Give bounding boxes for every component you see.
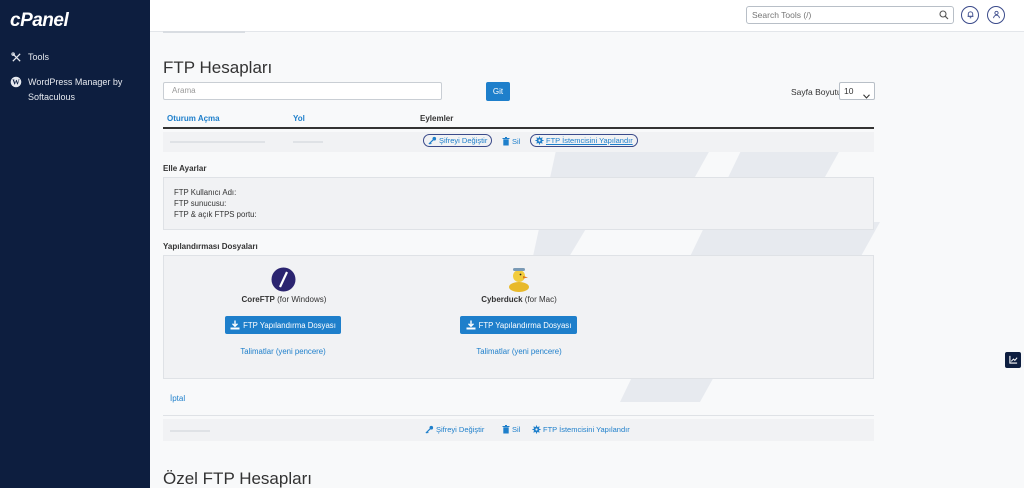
tools-icon — [10, 51, 22, 63]
wordpress-icon: W — [10, 76, 22, 88]
manual-settings-heading: Elle Ayarlar — [163, 164, 207, 173]
table-header-divider — [163, 127, 874, 129]
download-icon — [466, 320, 476, 330]
main-content: FTP Hesapları Arama Git Sayfa Boyutu 10 … — [150, 31, 1024, 488]
manual-settings-panel — [163, 177, 874, 230]
cyberduck-title: Cyberduck (for Mac) — [464, 295, 574, 304]
bell-icon — [966, 10, 975, 21]
redacted-login — [170, 141, 265, 143]
notifications-button[interactable] — [961, 6, 979, 24]
svg-text:W: W — [12, 78, 20, 87]
cancel-link[interactable]: İptal — [170, 394, 185, 403]
sidebar-item-wordpress[interactable]: W WordPress Manager by Softaculous — [10, 75, 145, 105]
sidebar-item-label: Tools — [28, 52, 50, 62]
configure-client-label: FTP İstemcisini Yapılandır — [543, 425, 630, 434]
cyberduck-name: Cyberduck — [481, 295, 523, 304]
tab-stub — [163, 31, 245, 33]
key-icon — [425, 425, 434, 434]
column-header-actions: Eylemler — [420, 114, 454, 123]
coreftp-title: CoreFTP (for Windows) — [234, 295, 334, 304]
chart-icon — [1008, 355, 1018, 366]
coreftp-download-label: FTP Yapılandırma Dosyası — [243, 320, 336, 330]
coreftp-logo-icon — [271, 267, 296, 292]
cyberduck-download-button[interactable]: FTP Yapılandırma Dosyası — [460, 316, 577, 334]
sidebar: cPanel Tools W WordPress Manager by Soft… — [0, 0, 150, 488]
topbar — [150, 0, 1024, 32]
page-title: FTP Hesapları — [163, 58, 273, 77]
user-menu-button[interactable] — [987, 6, 1005, 24]
coreftp-name: CoreFTP — [241, 295, 275, 304]
redacted-login — [170, 430, 210, 432]
coreftp-platform: (for Windows) — [277, 295, 327, 304]
configure-client-label: FTP İstemcisini Yapılandır — [546, 136, 633, 145]
gear-icon — [532, 425, 541, 434]
sidebar-item-label: WordPress Manager by Softaculous — [28, 77, 123, 102]
side-panel-toggle[interactable] — [1005, 352, 1021, 368]
ftp-server-label: FTP sunucusu: — [174, 199, 227, 208]
special-ftp-title: Özel FTP Hesapları — [163, 469, 312, 488]
configure-client-button[interactable]: FTP İstemcisini Yapılandır — [530, 134, 638, 147]
delete-label: Sil — [512, 425, 521, 434]
trash-icon — [501, 137, 510, 146]
cyberduck-instructions-link[interactable]: Talimatlar (yeni pencere) — [466, 347, 572, 356]
cpanel-logo[interactable]: cPanel — [10, 10, 69, 32]
cyberduck-logo-icon — [507, 265, 531, 293]
cyberduck-platform: (for Mac) — [524, 295, 557, 304]
change-password-button[interactable]: Şifreyi Değiştir — [423, 134, 493, 147]
sidebar-item-tools[interactable]: Tools — [10, 50, 145, 65]
search-input[interactable] — [747, 7, 932, 23]
chevron-down-icon — [863, 88, 870, 99]
page-size-value: 10 — [844, 86, 854, 96]
key-icon — [428, 136, 437, 145]
filter-input[interactable]: Arama — [163, 82, 442, 100]
change-password-button[interactable]: Şifreyi Değiştir — [425, 425, 484, 434]
gear-icon — [535, 136, 544, 145]
column-header-path[interactable]: Yol — [293, 114, 305, 123]
ftp-port-label: FTP & açık FTPS portu: — [174, 210, 257, 219]
coreftp-download-button[interactable]: FTP Yapılandırma Dosyası — [225, 316, 341, 334]
change-password-label: Şifreyi Değiştir — [436, 425, 485, 434]
delete-label: Sil — [512, 137, 521, 146]
redacted-path — [293, 141, 323, 143]
coreftp-instructions-link[interactable]: Talimatlar (yeni pencere) — [230, 347, 336, 356]
go-button[interactable]: Git — [486, 82, 510, 101]
column-header-login[interactable]: Oturum Açma — [167, 114, 220, 123]
delete-button[interactable]: Sil — [501, 425, 520, 434]
user-icon — [992, 10, 1001, 21]
trash-icon — [501, 425, 510, 434]
ftp-username-label: FTP Kullanıcı Adı: — [174, 188, 237, 197]
search-tools[interactable] — [746, 6, 954, 24]
page-size-label: Sayfa Boyutu — [791, 87, 842, 97]
config-files-heading: Yapılandırması Dosyaları — [163, 242, 258, 251]
row-divider — [163, 415, 874, 416]
delete-button[interactable]: Sil — [501, 137, 520, 146]
search-icon[interactable] — [939, 10, 949, 20]
configure-client-button[interactable]: FTP İstemcisini Yapılandır — [532, 425, 630, 434]
download-icon — [230, 320, 240, 330]
change-password-label: Şifreyi Değiştir — [439, 136, 488, 145]
page-size-select[interactable]: 10 — [839, 82, 875, 100]
cyberduck-download-label: FTP Yapılandırma Dosyası — [478, 320, 572, 330]
